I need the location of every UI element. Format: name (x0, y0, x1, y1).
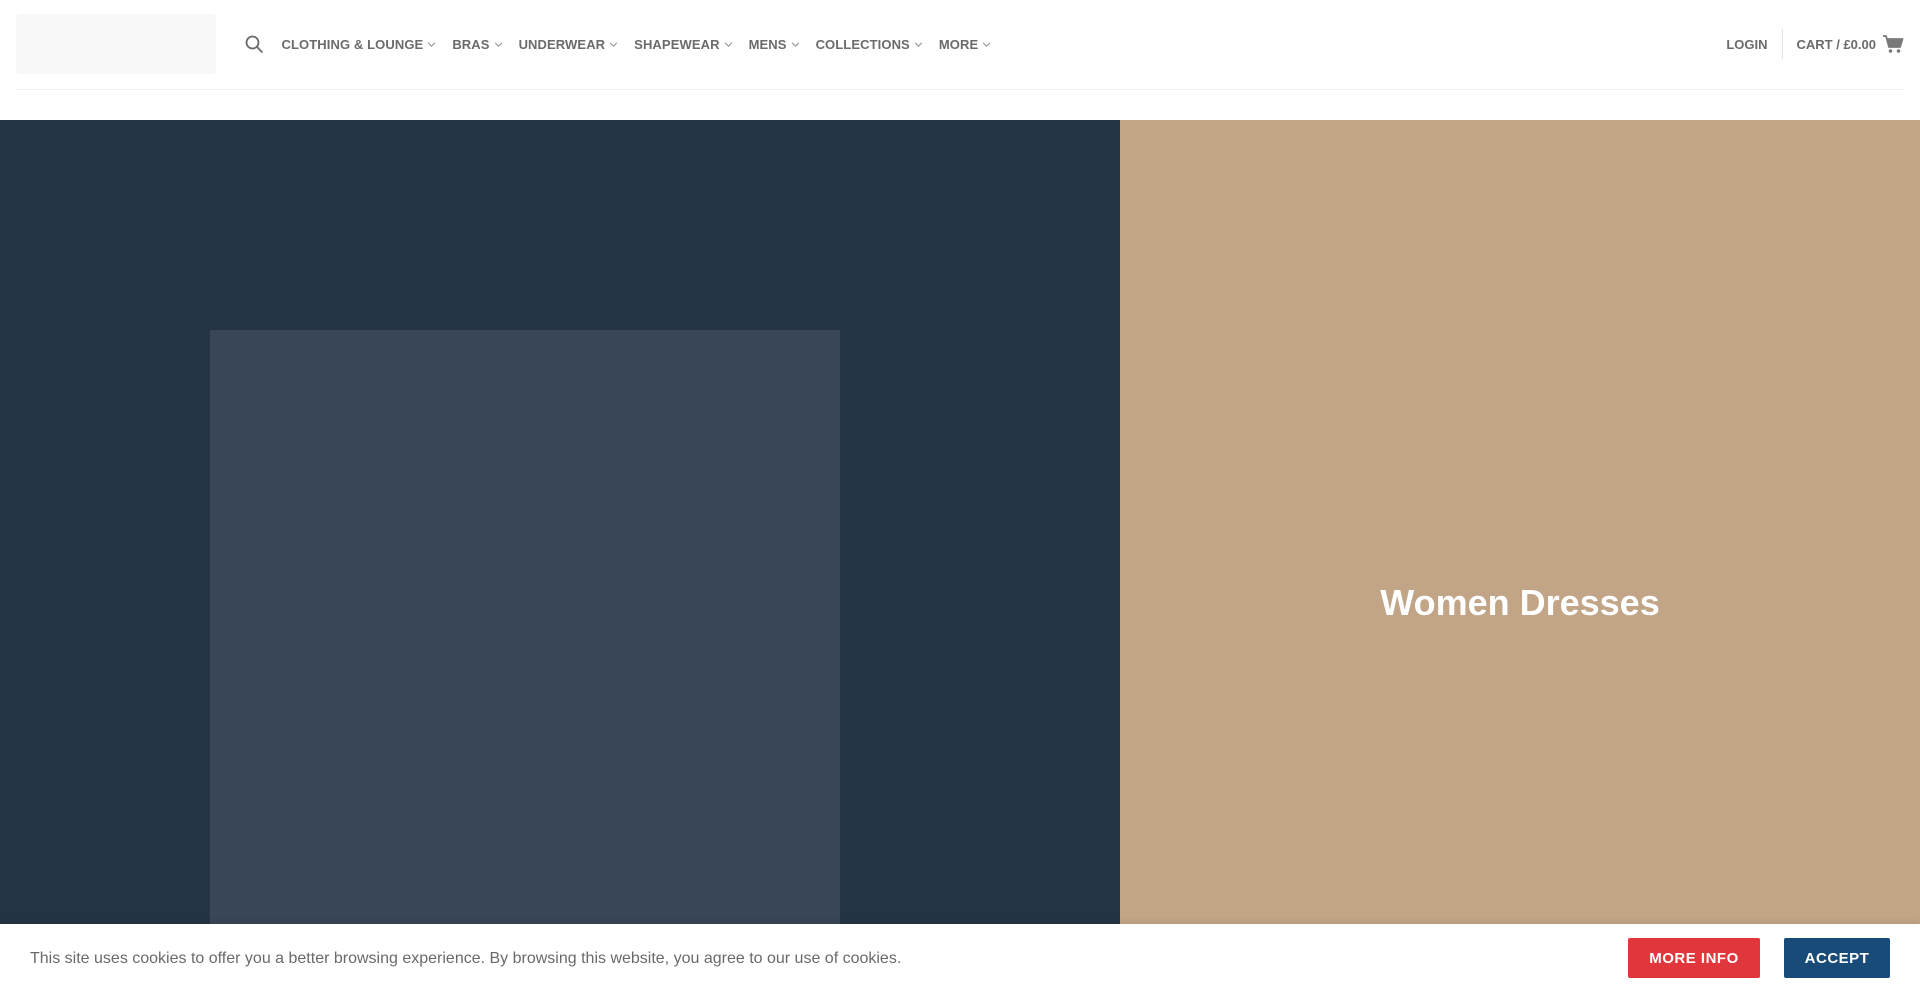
nav-item-label: BRAS (452, 36, 490, 52)
login-link[interactable]: LOGIN (1712, 37, 1781, 52)
main-nav: CLOTHING & LOUNGE BRAS UNDERWEAR SHAPEWE… (274, 0, 1000, 88)
cookie-text: This site uses cookies to offer you a be… (30, 950, 902, 967)
nav-item-label: MORE (938, 36, 979, 52)
nav-item-bras[interactable]: BRAS (445, 37, 511, 52)
chevron-down-icon (983, 41, 991, 47)
site-header: CLOTHING & LOUNGE BRAS UNDERWEAR SHAPEWE… (0, 0, 1920, 120)
cart-icon (1883, 35, 1904, 53)
cookie-notice: This site uses cookies to offer you a be… (0, 924, 1920, 993)
hero-banner-women-dresses[interactable]: Women Dresses (1120, 120, 1920, 993)
nav-item-label: MENS (748, 36, 787, 52)
nav-item-label: UNDERWEAR (518, 36, 606, 52)
cart-link[interactable]: CART / £0.00 (1783, 34, 1904, 54)
chevron-down-icon (914, 41, 923, 47)
nav-item-more[interactable]: MORE (931, 37, 999, 52)
nav-item-underwear[interactable]: UNDERWEAR (511, 37, 627, 52)
more-info-button[interactable]: MORE INFO (1628, 938, 1760, 978)
nav-item-clothing-lounge[interactable]: CLOTHING & LOUNGE (274, 37, 445, 52)
chevron-down-icon (791, 41, 799, 47)
header-bar: CLOTHING & LOUNGE BRAS UNDERWEAR SHAPEWE… (16, 0, 1904, 90)
accept-button[interactable]: ACCEPT (1784, 938, 1890, 978)
nav-item-mens[interactable]: MENS (741, 37, 808, 52)
chevron-down-icon (428, 41, 436, 47)
nav-item-label: CLOTHING & LOUNGE (281, 36, 424, 52)
nav-item-label: SHAPEWEAR (634, 36, 720, 52)
nav-item-label: COLLECTIONS (815, 36, 910, 52)
cart-label: CART / £0.00 (1796, 36, 1876, 52)
hero-image-placeholder (210, 330, 840, 993)
site-logo[interactable] (16, 14, 216, 74)
search-icon[interactable] (244, 34, 264, 54)
nav-item-collections[interactable]: COLLECTIONS (808, 37, 931, 52)
chevron-down-icon (724, 41, 732, 47)
hero-banner-left[interactable] (0, 120, 1120, 993)
hero-title: Women Dresses (1380, 582, 1660, 623)
account-nav: LOGIN CART / £0.00 (1712, 0, 1904, 88)
chevron-down-icon (494, 41, 502, 47)
nav-item-shapewear[interactable]: SHAPEWEAR (627, 37, 741, 52)
chevron-down-icon (609, 41, 618, 47)
